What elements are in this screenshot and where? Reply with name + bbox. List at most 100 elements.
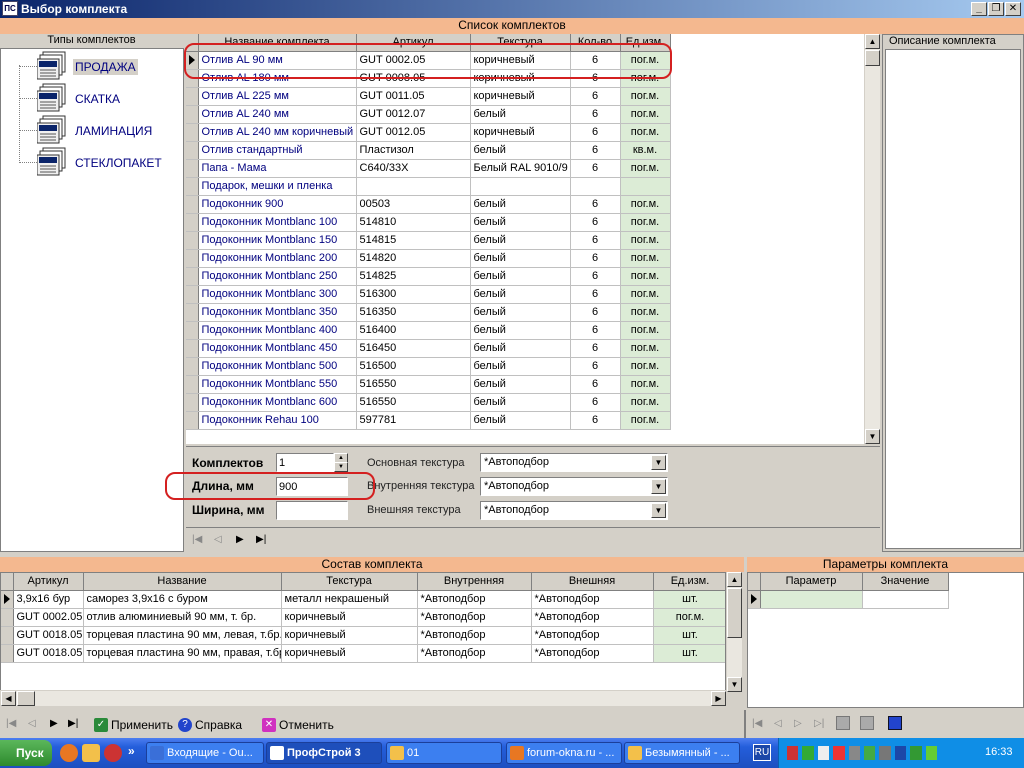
quantity-cell[interactable]: 6 [570, 195, 621, 214]
unit-cell[interactable]: кв.м. [620, 141, 671, 160]
texture-cell[interactable]: белый [470, 267, 571, 286]
tray-icon[interactable] [802, 746, 814, 760]
kit-name-cell[interactable]: Подарок, мешки и пленка [198, 177, 357, 196]
width-input[interactable] [276, 501, 348, 520]
article-cell[interactable]: 516350 [356, 303, 471, 322]
opera-icon[interactable] [104, 744, 122, 762]
texture-cell[interactable]: белый [470, 357, 571, 376]
texture-cell[interactable]: белый [470, 249, 571, 268]
composition-hscroll[interactable]: ◀ ▶ [0, 690, 726, 706]
table-row[interactable]: Отлив стандартный Пластизол белый 6 кв.м. [186, 141, 671, 160]
start-button[interactable]: Пуск [0, 740, 52, 766]
table-row[interactable]: Подарок, мешки и пленка [186, 177, 671, 196]
refresh-icon[interactable] [860, 716, 874, 730]
article-cell[interactable]: 516400 [356, 321, 471, 340]
scroll-left-icon[interactable]: ◀ [1, 691, 16, 706]
unit-cell[interactable]: пог.м. [620, 249, 671, 268]
texture-cell[interactable]: коричневый [281, 644, 418, 663]
table-row[interactable]: Отлив AL 240 мм коричневый GUT 0012.05 кор… [186, 123, 671, 142]
article-cell[interactable]: 514810 [356, 213, 471, 232]
restore-button[interactable]: ❐ [988, 2, 1004, 16]
article-cell[interactable]: 516550 [356, 375, 471, 394]
texture-cell[interactable] [470, 177, 571, 196]
tray-icon[interactable] [925, 746, 938, 760]
texture-cell[interactable]: белый [470, 195, 571, 214]
taskbar-task[interactable]: Безымянный - ... [624, 742, 740, 764]
unit-cell[interactable]: шт. [653, 626, 725, 645]
article-cell[interactable]: GUT 0011.05 [356, 87, 471, 106]
unit-cell[interactable]: пог.м. [653, 608, 725, 627]
unit-cell[interactable]: пог.м. [620, 321, 671, 340]
table-row[interactable]: Подоконник Montblanc 150 514815 белый 6 пог.… [186, 231, 671, 250]
kit-name-cell[interactable]: Подоконник 900 [198, 195, 357, 214]
unit-cell[interactable]: пог.м. [620, 267, 671, 286]
composition-grid[interactable]: Артикул Название Текстура Внутренняя Внешняя… [0, 572, 726, 692]
column-header[interactable]: Название [83, 573, 282, 591]
quantity-cell[interactable]: 6 [570, 411, 621, 430]
first-record-icon[interactable]: |◀ [6, 718, 16, 729]
scroll-thumb[interactable] [727, 588, 742, 638]
unit-cell[interactable]: пог.м. [620, 123, 671, 142]
inner-texture-cell[interactable]: *Автоподбор [417, 608, 532, 627]
texture-cell[interactable]: коричневый [281, 626, 418, 645]
kits-count-stepper[interactable]: ▲ ▼ [334, 453, 348, 472]
unit-cell[interactable]: пог.м. [620, 231, 671, 250]
quantity-cell[interactable]: 6 [570, 339, 621, 358]
texture-cell[interactable]: белый [470, 141, 571, 160]
table-row[interactable]: Подоконник Montblanc 500 516500 белый 6 пог.… [186, 357, 671, 376]
next-record-icon[interactable]: ▶ [236, 534, 244, 545]
next-record-icon[interactable]: ▶ [50, 718, 58, 729]
table-row[interactable]: Подоконник Montblanc 100 514810 белый 6 пог.… [186, 213, 671, 232]
column-header[interactable]: Значение [862, 573, 949, 591]
unit-cell[interactable]: пог.м. [620, 357, 671, 376]
article-cell[interactable]: 514825 [356, 267, 471, 286]
quantity-cell[interactable]: 6 [570, 393, 621, 412]
prev-record-icon[interactable]: ◁ [214, 534, 222, 545]
texture-cell[interactable]: коричневый [281, 608, 418, 627]
table-row[interactable]: GUT 0002.05 отлив алюминиевый 90 мм, т. б… [1, 608, 725, 627]
article-cell[interactable]: 516550 [356, 393, 471, 412]
table-row[interactable]: Подоконник Montblanc 350 516350 белый 6 пог.… [186, 303, 671, 322]
chevron-down-icon[interactable]: ▼ [651, 455, 666, 470]
unit-cell[interactable]: пог.м. [620, 393, 671, 412]
inner-texture-cell[interactable]: *Автоподбор [417, 590, 532, 609]
unit-cell[interactable]: пог.м. [620, 285, 671, 304]
article-cell[interactable]: GUT 0012.05 [356, 123, 471, 142]
unit-cell[interactable]: пог.м. [620, 87, 671, 106]
texture-cell[interactable]: белый [470, 231, 571, 250]
help-button[interactable]: ? Справка [178, 716, 242, 734]
kit-name-cell[interactable]: Отлив AL 240 мм коричневый [198, 123, 357, 142]
outer-texture-select[interactable]: *Автоподбор ▼ [480, 501, 668, 520]
table-row[interactable]: Подоконник Montblanc 550 516550 белый 6 пог.… [186, 375, 671, 394]
unit-cell[interactable]: пог.м. [620, 303, 671, 322]
quantity-cell[interactable]: 6 [570, 105, 621, 124]
quantity-cell[interactable]: 6 [570, 141, 621, 160]
last-record-icon[interactable]: ▷| [814, 718, 824, 729]
article-cell[interactable]: 00503 [356, 195, 471, 214]
column-header[interactable]: Внешняя [531, 573, 654, 591]
article-cell[interactable]: GUT 0018.05 [13, 626, 84, 645]
texture-cell[interactable]: коричневый [470, 123, 571, 142]
apply-button[interactable]: ✓ Применить [94, 716, 173, 734]
kit-name-cell[interactable]: Папа - Мама [198, 159, 357, 178]
article-cell[interactable]: 516500 [356, 357, 471, 376]
taskbar-task[interactable]: Входящие - Ou... [146, 742, 264, 764]
texture-cell[interactable]: белый [470, 285, 571, 304]
kit-name-cell[interactable]: Подоконник Montblanc 350 [198, 303, 357, 322]
kit-name-cell[interactable]: Подоконник Montblanc 250 [198, 267, 357, 286]
table-row[interactable]: 3,9х16 бур саморез 3,9х16 с буром металл н… [1, 590, 725, 609]
table-row[interactable]: Подоконник Montblanc 300 516300 белый 6 пог.… [186, 285, 671, 304]
kit-name-cell[interactable]: Подоконник Rehau 100 [198, 411, 357, 430]
chevron-down-icon[interactable]: ▼ [651, 479, 666, 494]
quantity-cell[interactable]: 6 [570, 231, 621, 250]
quantity-cell[interactable]: 6 [570, 357, 621, 376]
table-row[interactable]: Подоконник Montblanc 250 514825 белый 6 пог.… [186, 267, 671, 286]
unit-cell[interactable]: шт. [653, 590, 725, 609]
params-grid[interactable]: Параметр Значение [747, 572, 1024, 708]
table-row[interactable]: Подоконник Montblanc 400 516400 белый 6 пог.… [186, 321, 671, 340]
tray-icon[interactable] [833, 746, 845, 760]
texture-cell[interactable]: металл некрашеный [281, 590, 418, 609]
last-record-icon[interactable]: ▶| [256, 534, 266, 545]
kit-name-cell[interactable]: Отлив стандартный [198, 141, 357, 160]
kit-name-cell[interactable]: Подоконник Montblanc 200 [198, 249, 357, 268]
